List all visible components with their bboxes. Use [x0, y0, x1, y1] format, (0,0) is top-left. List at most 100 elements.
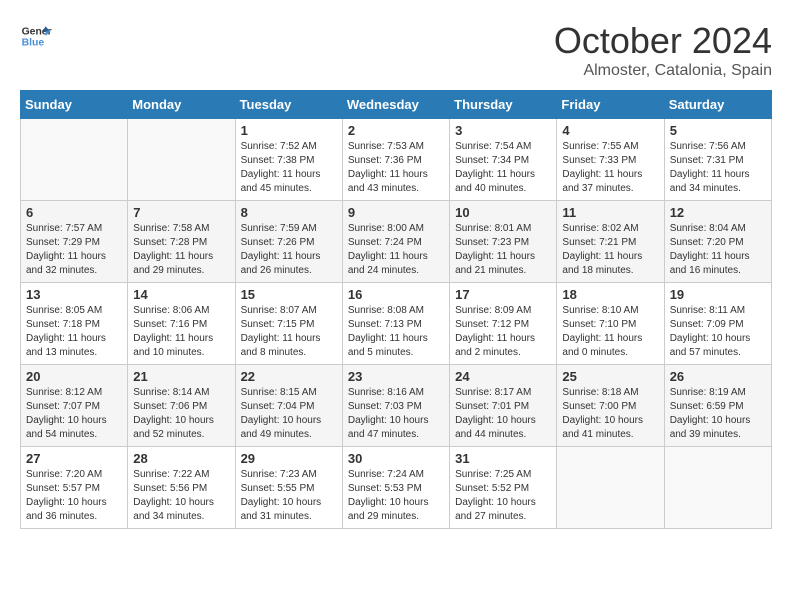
day-info: Sunrise: 7:22 AMSunset: 5:56 PMDaylight:…: [133, 468, 229, 524]
calendar-cell: 24 Sunrise: 8:17 AMSunset: 7:01 PMDayligh…: [450, 365, 557, 447]
day-number: 19: [670, 287, 766, 302]
logo: General Blue: [20, 20, 52, 52]
day-info: Sunrise: 8:07 AMSunset: 7:15 PMDaylight:…: [241, 304, 337, 360]
calendar-cell: 2 Sunrise: 7:53 AMSunset: 7:36 PMDaylight…: [342, 119, 449, 201]
day-number: 22: [241, 369, 337, 384]
day-info: Sunrise: 8:00 AMSunset: 7:24 PMDaylight:…: [348, 222, 444, 278]
calendar-cell: 30 Sunrise: 7:24 AMSunset: 5:53 PMDayligh…: [342, 447, 449, 529]
day-info: Sunrise: 7:58 AMSunset: 7:28 PMDaylight:…: [133, 222, 229, 278]
calendar-cell: 25 Sunrise: 8:18 AMSunset: 7:00 PMDayligh…: [557, 365, 664, 447]
weekday-tuesday: Tuesday: [235, 91, 342, 119]
day-info: Sunrise: 7:20 AMSunset: 5:57 PMDaylight:…: [26, 468, 122, 524]
weekday-sunday: Sunday: [21, 91, 128, 119]
calendar-cell: 29 Sunrise: 7:23 AMSunset: 5:55 PMDayligh…: [235, 447, 342, 529]
day-number: 30: [348, 451, 444, 466]
calendar-cell: 16 Sunrise: 8:08 AMSunset: 7:13 PMDayligh…: [342, 283, 449, 365]
day-number: 11: [562, 205, 658, 220]
calendar-cell: 13 Sunrise: 8:05 AMSunset: 7:18 PMDayligh…: [21, 283, 128, 365]
weekday-header-row: SundayMondayTuesdayWednesdayThursdayFrid…: [21, 91, 772, 119]
day-info: Sunrise: 8:05 AMSunset: 7:18 PMDaylight:…: [26, 304, 122, 360]
day-number: 17: [455, 287, 551, 302]
title-block: October 2024 Almoster, Catalonia, Spain: [554, 20, 772, 80]
day-number: 14: [133, 287, 229, 302]
logo-icon: General Blue: [20, 20, 52, 52]
calendar-week-2: 6Sunrise: 7:57 AMSunset: 7:29 PMDaylight…: [21, 201, 772, 283]
svg-text:Blue: Blue: [22, 38, 45, 49]
calendar-cell: 15Sunrise: 8:07 AMSunset: 7:15 PMDayligh…: [235, 283, 342, 365]
day-info: Sunrise: 7:55 AMSunset: 7:33 PMDaylight:…: [562, 140, 658, 196]
day-info: Sunrise: 7:52 AMSunset: 7:38 PMDaylight:…: [241, 140, 337, 196]
calendar-cell: [128, 119, 235, 201]
calendar-week-1: 1 Sunrise: 7:52 AMSunset: 7:38 PMDaylight…: [21, 119, 772, 201]
day-number: 7: [133, 205, 229, 220]
day-number: 27: [26, 451, 122, 466]
day-number: 12: [670, 205, 766, 220]
calendar-cell: 5Sunrise: 7:56 AMSunset: 7:31 PMDaylight…: [664, 119, 771, 201]
day-info: Sunrise: 7:59 AMSunset: 7:26 PMDaylight:…: [241, 222, 337, 278]
calendar-cell: 23 Sunrise: 8:16 AMSunset: 7:03 PMDayligh…: [342, 365, 449, 447]
day-info: Sunrise: 7:24 AMSunset: 5:53 PMDaylight:…: [348, 468, 444, 524]
calendar-cell: 9 Sunrise: 8:00 AMSunset: 7:24 PMDaylight…: [342, 201, 449, 283]
day-info: Sunrise: 8:12 AMSunset: 7:07 PMDaylight:…: [26, 386, 122, 442]
day-info: Sunrise: 7:23 AMSunset: 5:55 PMDaylight:…: [241, 468, 337, 524]
day-number: 25: [562, 369, 658, 384]
calendar-cell: 31 Sunrise: 7:25 AMSunset: 5:52 PMDayligh…: [450, 447, 557, 529]
weekday-thursday: Thursday: [450, 91, 557, 119]
day-info: Sunrise: 8:17 AMSunset: 7:01 PMDaylight:…: [455, 386, 551, 442]
calendar-cell: 19 Sunrise: 8:11 AMSunset: 7:09 PMDayligh…: [664, 283, 771, 365]
day-info: Sunrise: 8:02 AMSunset: 7:21 PMDaylight:…: [562, 222, 658, 278]
day-number: 3: [455, 123, 551, 138]
day-info: Sunrise: 8:15 AMSunset: 7:04 PMDaylight:…: [241, 386, 337, 442]
day-info: Sunrise: 8:16 AMSunset: 7:03 PMDaylight:…: [348, 386, 444, 442]
day-number: 4: [562, 123, 658, 138]
calendar-cell: 8Sunrise: 7:59 AMSunset: 7:26 PMDaylight…: [235, 201, 342, 283]
day-number: 13: [26, 287, 122, 302]
calendar-week-3: 13 Sunrise: 8:05 AMSunset: 7:18 PMDayligh…: [21, 283, 772, 365]
day-info: Sunrise: 8:19 AMSunset: 6:59 PMDaylight:…: [670, 386, 766, 442]
calendar-cell: 6Sunrise: 7:57 AMSunset: 7:29 PMDaylight…: [21, 201, 128, 283]
calendar-cell: 1 Sunrise: 7:52 AMSunset: 7:38 PMDaylight…: [235, 119, 342, 201]
calendar-cell: 18Sunrise: 8:10 AMSunset: 7:10 PMDayligh…: [557, 283, 664, 365]
day-number: 31: [455, 451, 551, 466]
calendar-cell: 20 Sunrise: 8:12 AMSunset: 7:07 PMDayligh…: [21, 365, 128, 447]
calendar-cell: 7 Sunrise: 7:58 AMSunset: 7:28 PMDaylight…: [128, 201, 235, 283]
calendar-cell: 22 Sunrise: 8:15 AMSunset: 7:04 PMDayligh…: [235, 365, 342, 447]
calendar-cell: 28 Sunrise: 7:22 AMSunset: 5:56 PMDayligh…: [128, 447, 235, 529]
day-number: 5: [670, 123, 766, 138]
calendar-cell: 27 Sunrise: 7:20 AMSunset: 5:57 PMDayligh…: [21, 447, 128, 529]
day-number: 9: [348, 205, 444, 220]
day-info: Sunrise: 7:25 AMSunset: 5:52 PMDaylight:…: [455, 468, 551, 524]
day-number: 1: [241, 123, 337, 138]
day-number: 10: [455, 205, 551, 220]
weekday-saturday: Saturday: [664, 91, 771, 119]
day-number: 2: [348, 123, 444, 138]
calendar-cell: 17Sunrise: 8:09 AMSunset: 7:12 PMDayligh…: [450, 283, 557, 365]
day-number: 29: [241, 451, 337, 466]
day-number: 20: [26, 369, 122, 384]
day-info: Sunrise: 7:53 AMSunset: 7:36 PMDaylight:…: [348, 140, 444, 196]
day-number: 24: [455, 369, 551, 384]
calendar-cell: [557, 447, 664, 529]
day-number: 18: [562, 287, 658, 302]
day-number: 23: [348, 369, 444, 384]
day-info: Sunrise: 8:14 AMSunset: 7:06 PMDaylight:…: [133, 386, 229, 442]
calendar-cell: 3 Sunrise: 7:54 AMSunset: 7:34 PMDaylight…: [450, 119, 557, 201]
weekday-monday: Monday: [128, 91, 235, 119]
calendar-cell: 4 Sunrise: 7:55 AMSunset: 7:33 PMDaylight…: [557, 119, 664, 201]
calendar-cell: 21Sunrise: 8:14 AMSunset: 7:06 PMDayligh…: [128, 365, 235, 447]
day-number: 16: [348, 287, 444, 302]
day-number: 28: [133, 451, 229, 466]
day-info: Sunrise: 8:11 AMSunset: 7:09 PMDaylight:…: [670, 304, 766, 360]
weekday-friday: Friday: [557, 91, 664, 119]
day-info: Sunrise: 8:18 AMSunset: 7:00 PMDaylight:…: [562, 386, 658, 442]
day-info: Sunrise: 8:08 AMSunset: 7:13 PMDaylight:…: [348, 304, 444, 360]
calendar-table: SundayMondayTuesdayWednesdayThursdayFrid…: [20, 90, 772, 529]
month-title: October 2024: [554, 20, 772, 62]
calendar-cell: 12 Sunrise: 8:04 AMSunset: 7:20 PMDayligh…: [664, 201, 771, 283]
day-number: 26: [670, 369, 766, 384]
day-info: Sunrise: 7:54 AMSunset: 7:34 PMDaylight:…: [455, 140, 551, 196]
calendar-cell: 26 Sunrise: 8:19 AMSunset: 6:59 PMDayligh…: [664, 365, 771, 447]
day-info: Sunrise: 8:01 AMSunset: 7:23 PMDaylight:…: [455, 222, 551, 278]
day-info: Sunrise: 8:04 AMSunset: 7:20 PMDaylight:…: [670, 222, 766, 278]
calendar-cell: 14Sunrise: 8:06 AMSunset: 7:16 PMDayligh…: [128, 283, 235, 365]
